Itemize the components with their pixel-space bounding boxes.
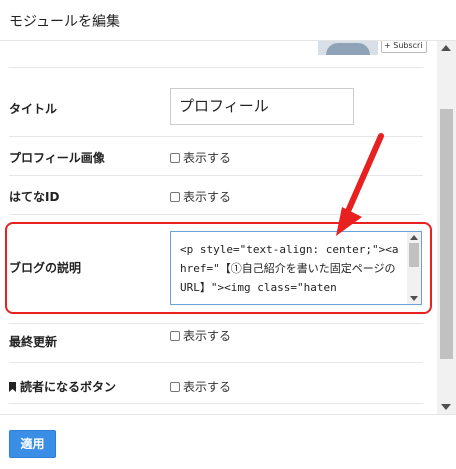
scroll-up-icon[interactable] [441, 45, 451, 51]
last-updated-checkbox[interactable] [170, 330, 180, 341]
dialog-content[interactable]: + Subscri タイトル プロフィール プロフィール画像 表示する はてなI… [0, 41, 456, 414]
apply-button[interactable]: 適用 [9, 430, 56, 458]
divider [9, 323, 423, 324]
arrow-shaft [346, 133, 384, 212]
last-updated-option[interactable]: 表示する [170, 327, 231, 344]
reader-button-label: 読者になるボタン [9, 378, 116, 395]
reader-button-label-text: 読者になるボタン [20, 380, 117, 394]
dialog-title: モジュールを編集 [9, 14, 121, 30]
last-updated-option-label: 表示する [183, 329, 232, 343]
scroll-thumb[interactable] [440, 109, 453, 359]
last-updated-label: 最終更新 [9, 335, 58, 349]
scroll-down-icon[interactable] [441, 404, 451, 410]
dialog-footer: 適用 [0, 414, 456, 469]
bookmark-icon [9, 382, 16, 392]
reader-button-option-label: 表示する [183, 380, 232, 394]
red-arrow-annotation [336, 133, 384, 236]
reader-button-checkbox[interactable] [170, 381, 180, 392]
reader-button-option[interactable]: 表示する [170, 378, 231, 395]
dialog-header: モジュールを編集 [0, 0, 456, 41]
divider [9, 362, 423, 363]
divider [9, 403, 423, 404]
arrow-head [336, 207, 362, 236]
content-scrollbar[interactable] [437, 41, 456, 414]
